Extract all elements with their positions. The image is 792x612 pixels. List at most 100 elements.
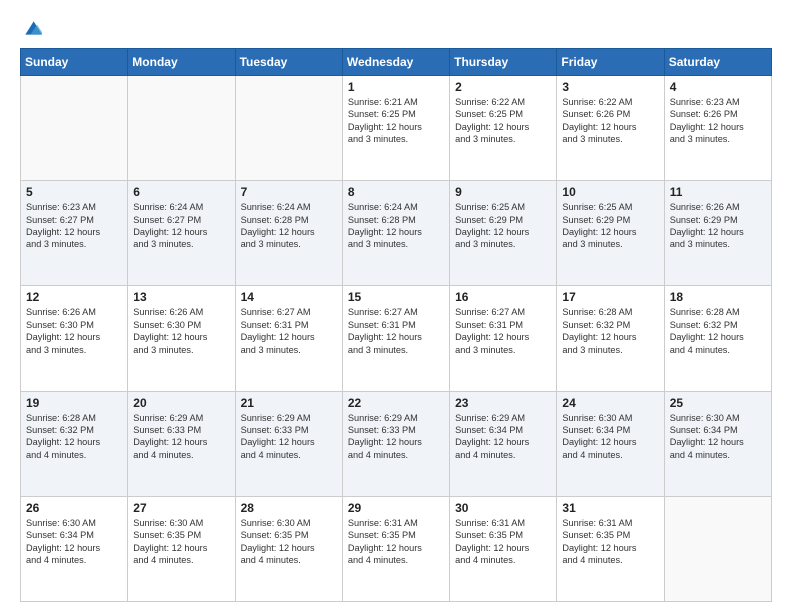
day-info: Sunrise: 6:29 AMSunset: 6:33 PMDaylight:…: [241, 412, 337, 462]
calendar-cell: 27 Sunrise: 6:30 AMSunset: 6:35 PMDayligh…: [128, 496, 235, 601]
day-info: Sunrise: 6:30 AMSunset: 6:34 PMDaylight:…: [26, 517, 122, 567]
day-info: Sunrise: 6:29 AMSunset: 6:33 PMDaylight:…: [133, 412, 229, 462]
day-info: Sunrise: 6:30 AMSunset: 6:34 PMDaylight:…: [670, 412, 766, 462]
calendar-weekday-header: Thursday: [450, 49, 557, 76]
calendar-cell: 16Sunrise: 6:27 AMSunset: 6:31 PMDayligh…: [450, 286, 557, 391]
calendar-cell: 3Sunrise: 6:22 AMSunset: 6:26 PMDaylight…: [557, 76, 664, 181]
day-number: 19: [26, 396, 122, 410]
calendar-cell: 15 Sunrise: 6:27 AMSunset: 6:31 PMDayligh…: [342, 286, 449, 391]
day-info: Sunrise: 6:26 AMSunset: 6:30 PMDaylight:…: [26, 306, 122, 356]
calendar-cell: 19 Sunrise: 6:28 AMSunset: 6:32 PMDayligh…: [21, 391, 128, 496]
day-info: Sunrise: 6:26 AMSunset: 6:30 PMDaylight:…: [133, 306, 229, 356]
day-number: 10: [562, 185, 658, 199]
day-number: 15: [348, 290, 444, 304]
calendar-cell: 21 Sunrise: 6:29 AMSunset: 6:33 PMDayligh…: [235, 391, 342, 496]
page: SundayMondayTuesdayWednesdayThursdayFrid…: [0, 0, 792, 612]
day-number: 9: [455, 185, 551, 199]
day-number: 23: [455, 396, 551, 410]
logo: [20, 18, 42, 38]
day-number: 20: [133, 396, 229, 410]
calendar-week-row: 26 Sunrise: 6:30 AMSunset: 6:34 PMDayligh…: [21, 496, 772, 601]
day-info: Sunrise: 6:28 AMSunset: 6:32 PMDaylight:…: [670, 306, 766, 356]
day-info: Sunrise: 6:24 AMSunset: 6:28 PMDaylight:…: [348, 201, 444, 251]
calendar-cell: 1 Sunrise: 6:21 AMSunset: 6:25 PMDaylight…: [342, 76, 449, 181]
calendar-header-row: SundayMondayTuesdayWednesdayThursdayFrid…: [21, 49, 772, 76]
day-number: 31: [562, 501, 658, 515]
day-info: Sunrise: 6:23 AMSunset: 6:27 PMDaylight:…: [26, 201, 122, 251]
day-number: 16: [455, 290, 551, 304]
calendar-cell: [21, 76, 128, 181]
day-info: Sunrise: 6:28 AMSunset: 6:32 PMDaylight:…: [562, 306, 658, 356]
calendar-cell: 31Sunrise: 6:31 AMSunset: 6:35 PMDayligh…: [557, 496, 664, 601]
day-info: Sunrise: 6:29 AMSunset: 6:34 PMDaylight:…: [455, 412, 551, 462]
day-number: 30: [455, 501, 551, 515]
calendar-week-row: 1 Sunrise: 6:21 AMSunset: 6:25 PMDaylight…: [21, 76, 772, 181]
day-info: Sunrise: 6:21 AMSunset: 6:25 PMDaylight:…: [348, 96, 444, 146]
day-number: 27: [133, 501, 229, 515]
day-info: Sunrise: 6:28 AMSunset: 6:32 PMDaylight:…: [26, 412, 122, 462]
day-number: 6: [133, 185, 229, 199]
day-number: 24: [562, 396, 658, 410]
day-info: Sunrise: 6:31 AMSunset: 6:35 PMDaylight:…: [455, 517, 551, 567]
calendar-cell: 12 Sunrise: 6:26 AMSunset: 6:30 PMDayligh…: [21, 286, 128, 391]
day-number: 12: [26, 290, 122, 304]
day-number: 25: [670, 396, 766, 410]
calendar-cell: 28Sunrise: 6:30 AMSunset: 6:35 PMDayligh…: [235, 496, 342, 601]
day-info: Sunrise: 6:24 AMSunset: 6:28 PMDaylight:…: [241, 201, 337, 251]
day-number: 2: [455, 80, 551, 94]
calendar-weekday-header: Tuesday: [235, 49, 342, 76]
calendar-cell: 29 Sunrise: 6:31 AMSunset: 6:35 PMDayligh…: [342, 496, 449, 601]
day-number: 26: [26, 501, 122, 515]
calendar-cell: 30 Sunrise: 6:31 AMSunset: 6:35 PMDayligh…: [450, 496, 557, 601]
header: [20, 18, 772, 38]
calendar-cell: 24 Sunrise: 6:30 AMSunset: 6:34 PMDayligh…: [557, 391, 664, 496]
calendar-cell: 10 Sunrise: 6:25 AMSunset: 6:29 PMDayligh…: [557, 181, 664, 286]
day-info: Sunrise: 6:25 AMSunset: 6:29 PMDaylight:…: [562, 201, 658, 251]
calendar-cell: 18 Sunrise: 6:28 AMSunset: 6:32 PMDayligh…: [664, 286, 771, 391]
calendar-cell: 13Sunrise: 6:26 AMSunset: 6:30 PMDayligh…: [128, 286, 235, 391]
calendar-weekday-header: Monday: [128, 49, 235, 76]
day-info: Sunrise: 6:22 AMSunset: 6:26 PMDaylight:…: [562, 96, 658, 146]
calendar-cell: [235, 76, 342, 181]
calendar-cell: 26 Sunrise: 6:30 AMSunset: 6:34 PMDayligh…: [21, 496, 128, 601]
calendar-week-row: 5 Sunrise: 6:23 AMSunset: 6:27 PMDaylight…: [21, 181, 772, 286]
day-info: Sunrise: 6:27 AMSunset: 6:31 PMDaylight:…: [348, 306, 444, 356]
day-info: Sunrise: 6:31 AMSunset: 6:35 PMDaylight:…: [348, 517, 444, 567]
day-number: 22: [348, 396, 444, 410]
calendar-weekday-header: Friday: [557, 49, 664, 76]
day-number: 8: [348, 185, 444, 199]
day-info: Sunrise: 6:27 AMSunset: 6:31 PMDaylight:…: [241, 306, 337, 356]
calendar-cell: 17 Sunrise: 6:28 AMSunset: 6:32 PMDayligh…: [557, 286, 664, 391]
calendar-cell: 8 Sunrise: 6:24 AMSunset: 6:28 PMDaylight…: [342, 181, 449, 286]
calendar-cell: 23 Sunrise: 6:29 AMSunset: 6:34 PMDayligh…: [450, 391, 557, 496]
day-number: 11: [670, 185, 766, 199]
calendar-cell: 20 Sunrise: 6:29 AMSunset: 6:33 PMDayligh…: [128, 391, 235, 496]
day-info: Sunrise: 6:25 AMSunset: 6:29 PMDaylight:…: [455, 201, 551, 251]
day-number: 1: [348, 80, 444, 94]
day-info: Sunrise: 6:23 AMSunset: 6:26 PMDaylight:…: [670, 96, 766, 146]
calendar-cell: 7 Sunrise: 6:24 AMSunset: 6:28 PMDaylight…: [235, 181, 342, 286]
calendar-table: SundayMondayTuesdayWednesdayThursdayFrid…: [20, 48, 772, 602]
day-number: 7: [241, 185, 337, 199]
calendar-cell: [128, 76, 235, 181]
calendar-cell: 11 Sunrise: 6:26 AMSunset: 6:29 PMDayligh…: [664, 181, 771, 286]
calendar-cell: 25 Sunrise: 6:30 AMSunset: 6:34 PMDayligh…: [664, 391, 771, 496]
day-info: Sunrise: 6:30 AMSunset: 6:35 PMDaylight:…: [133, 517, 229, 567]
day-info: Sunrise: 6:30 AMSunset: 6:35 PMDaylight:…: [241, 517, 337, 567]
day-info: Sunrise: 6:30 AMSunset: 6:34 PMDaylight:…: [562, 412, 658, 462]
day-number: 14: [241, 290, 337, 304]
calendar-weekday-header: Saturday: [664, 49, 771, 76]
day-info: Sunrise: 6:22 AMSunset: 6:25 PMDaylight:…: [455, 96, 551, 146]
calendar-cell: [664, 496, 771, 601]
day-number: 29: [348, 501, 444, 515]
day-info: Sunrise: 6:29 AMSunset: 6:33 PMDaylight:…: [348, 412, 444, 462]
calendar-week-row: 12 Sunrise: 6:26 AMSunset: 6:30 PMDayligh…: [21, 286, 772, 391]
calendar-cell: 22 Sunrise: 6:29 AMSunset: 6:33 PMDayligh…: [342, 391, 449, 496]
day-info: Sunrise: 6:26 AMSunset: 6:29 PMDaylight:…: [670, 201, 766, 251]
day-number: 5: [26, 185, 122, 199]
day-number: 21: [241, 396, 337, 410]
day-number: 18: [670, 290, 766, 304]
calendar-cell: 6Sunrise: 6:24 AMSunset: 6:27 PMDaylight…: [128, 181, 235, 286]
day-number: 17: [562, 290, 658, 304]
calendar-cell: 9 Sunrise: 6:25 AMSunset: 6:29 PMDaylight…: [450, 181, 557, 286]
